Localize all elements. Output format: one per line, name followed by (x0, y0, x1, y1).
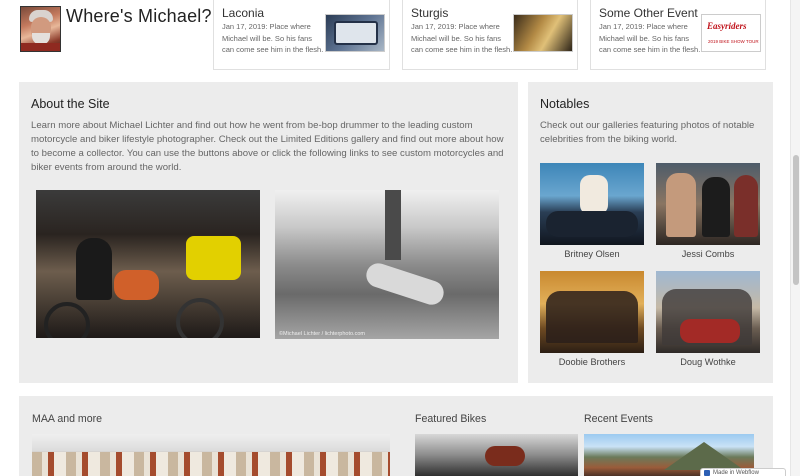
webflow-badge[interactable]: Made in Webflow (700, 468, 786, 476)
webflow-icon (704, 470, 710, 476)
section-title-featured-bikes: Featured Bikes (415, 413, 487, 425)
about-text: Learn more about Michael Lichter and fin… (31, 120, 504, 173)
notables-panel: Notables Check out our galleries featuri… (528, 82, 773, 383)
notable-photo-britney-olsen[interactable] (540, 163, 644, 245)
site-title: Where's Michael? (66, 6, 212, 26)
notable-caption[interactable]: Doobie Brothers (540, 357, 644, 367)
notable-photo-doobie-brothers[interactable] (540, 271, 644, 353)
about-photo-camp[interactable]: ©Michael Lichter / lichterphoto.com (275, 190, 499, 339)
notables-title: Notables (540, 97, 590, 111)
event-thumbnail[interactable]: Easyriders 2019 BIKE SHOW TOUR (701, 14, 761, 52)
notable-caption[interactable]: Jessi Combs (656, 249, 760, 259)
section-title-maa: MAA and more (32, 413, 103, 425)
notable-caption[interactable]: Britney Olsen (540, 249, 644, 259)
event-thumbnail[interactable] (513, 14, 573, 52)
event-text: Jan 17, 2019: Place where Michael will b… (222, 22, 324, 54)
event-card-sturgis[interactable]: Sturgis Jan 17, 2019: Place where Michae… (402, 0, 578, 70)
bottom-panel: MAA and more Featured Bikes Recent Event… (19, 396, 773, 476)
about-panel: About the Site Learn more about Michael … (19, 82, 518, 383)
maa-gallery-image[interactable] (32, 434, 390, 476)
featured-bike-image[interactable] (415, 434, 578, 476)
photo-credit: ©Michael Lichter / lichterphoto.com (279, 331, 365, 337)
easyriders-logo: Easyriders (707, 21, 747, 31)
easyriders-logo-subtitle: 2019 BIKE SHOW TOUR (708, 39, 759, 44)
event-text: Jan 17, 2019: Place where Michael will b… (599, 22, 701, 54)
notable-caption[interactable]: Doug Wothke (656, 357, 760, 367)
event-card-other[interactable]: Some Other Event Jan 17, 2019: Place whe… (590, 0, 766, 70)
scrollbar-thumb[interactable] (793, 155, 799, 285)
top-header: Where's Michael? Laconia Jan 17, 2019: P… (0, 0, 790, 72)
event-text: Jan 17, 2019: Place where Michael will b… (411, 22, 513, 54)
about-title: About the Site (31, 97, 110, 111)
notables-text: Check out our galleries featuring photos… (540, 120, 755, 145)
page-scrollbar[interactable] (790, 0, 800, 476)
notable-photo-jessi-combs[interactable] (656, 163, 760, 245)
event-title[interactable]: Some Other Event (599, 6, 698, 20)
avatar (20, 6, 61, 52)
event-title[interactable]: Laconia (222, 6, 264, 20)
event-title[interactable]: Sturgis (411, 6, 448, 20)
about-photo-riders[interactable] (36, 190, 260, 338)
notable-photo-doug-wothke[interactable] (656, 271, 760, 353)
event-thumbnail[interactable] (325, 14, 385, 52)
section-title-recent-events: Recent Events (584, 413, 653, 425)
event-card-laconia[interactable]: Laconia Jan 17, 2019: Place where Michae… (213, 0, 390, 70)
webflow-badge-label: Made in Webflow (713, 470, 759, 476)
